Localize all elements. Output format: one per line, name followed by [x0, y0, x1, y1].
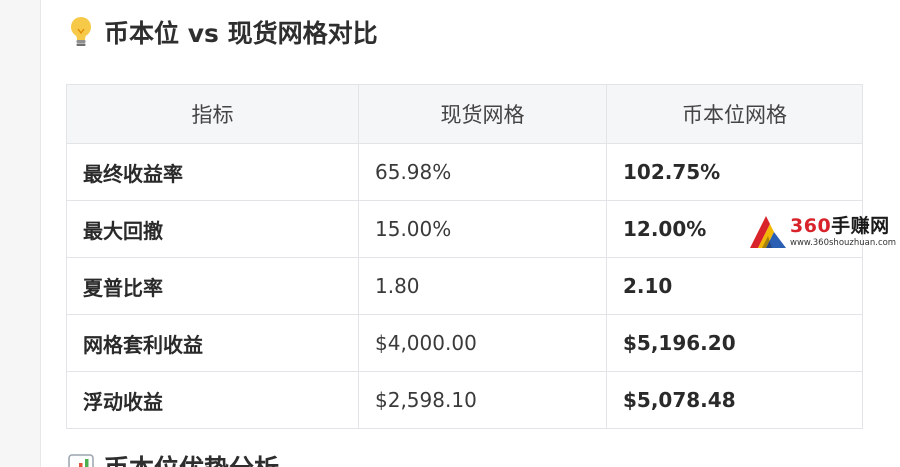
page: 币本位 vs 现货网格对比 指标 现货网格 币本位网格 最终收益率 65.98%…: [0, 0, 900, 467]
section-title: 币本位 vs 现货网格对比: [104, 19, 378, 48]
table-row: 浮动收益 $2,598.10 $5,078.48: [66, 371, 863, 429]
comparison-table: 指标 现货网格 币本位网格 最终收益率 65.98% 102.75% 最大回撤 …: [66, 84, 863, 429]
spot-value-cell: 1.80: [358, 257, 607, 315]
metric-cell: 最终收益率: [66, 143, 359, 201]
table-header-row: 指标 现货网格 币本位网格: [66, 84, 863, 144]
coin-value-cell: $5,196.20: [606, 314, 863, 372]
next-section-title: 币本位优势分析: [104, 449, 279, 467]
spot-value-cell: 15.00%: [358, 200, 607, 258]
left-gutter: [0, 0, 41, 467]
table-row: 网格套利收益 $4,000.00 $5,196.20: [66, 314, 863, 372]
table-row: 最终收益率 65.98% 102.75%: [66, 143, 863, 201]
coin-value-cell: $5,078.48: [606, 371, 863, 429]
metric-cell: 最大回撤: [66, 200, 359, 258]
column-header-coin-margined-grid: 币本位网格: [606, 84, 863, 144]
column-header-metric: 指标: [66, 84, 359, 144]
table-row: 最大回撤 15.00% 12.00%: [66, 200, 863, 258]
metric-cell: 网格套利收益: [66, 314, 359, 372]
coin-value-cell: 2.10: [606, 257, 863, 315]
metric-cell: 浮动收益: [66, 371, 359, 429]
coin-value-cell: 102.75%: [606, 143, 863, 201]
column-header-spot-grid: 现货网格: [358, 84, 607, 144]
next-section-heading: 币本位优势分析: [68, 452, 279, 467]
bar-chart-icon: [68, 454, 94, 467]
lightbulb-icon: [71, 17, 91, 46]
spot-value-cell: $4,000.00: [358, 314, 607, 372]
coin-value-cell: 12.00%: [606, 200, 863, 258]
table-row: 夏普比率 1.80 2.10: [66, 257, 863, 315]
spot-value-cell: 65.98%: [358, 143, 607, 201]
spot-value-cell: $2,598.10: [358, 371, 607, 429]
section-heading: 币本位 vs 现货网格对比: [68, 12, 378, 52]
metric-cell: 夏普比率: [66, 257, 359, 315]
